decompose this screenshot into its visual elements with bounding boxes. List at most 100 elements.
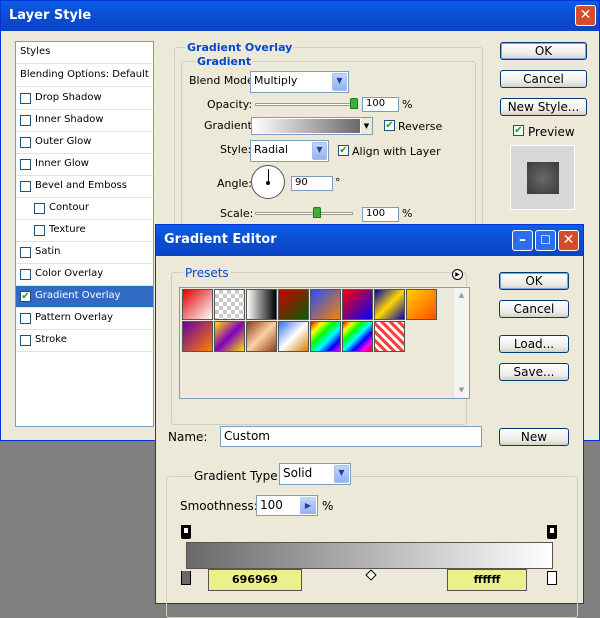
effect-checkbox[interactable] [20, 93, 31, 104]
cancel-button[interactable]: Cancel [499, 300, 569, 318]
chevron-down-icon: ▼ [312, 142, 327, 160]
save-button[interactable]: Save... [499, 363, 569, 381]
effect-label: Drop Shadow [35, 92, 102, 103]
smoothness-arrow-icon[interactable]: ▶ [300, 497, 316, 514]
effect-item-bevel-and-emboss[interactable]: Bevel and Emboss [16, 176, 153, 198]
presets-label: Presets [183, 266, 231, 280]
effect-item-pattern-overlay[interactable]: Pattern Overlay [16, 308, 153, 330]
effect-checkbox[interactable] [20, 159, 31, 170]
preset-swatch[interactable] [214, 321, 245, 352]
preset-swatch[interactable] [278, 321, 309, 352]
chevron-down-icon: ▼ [332, 73, 347, 91]
close-icon[interactable]: ✕ [575, 5, 596, 26]
smoothness-label: Smoothness: [180, 499, 258, 513]
ok-button[interactable]: OK [499, 272, 569, 290]
scale-slider[interactable] [255, 212, 353, 215]
effect-item-outer-glow[interactable]: Outer Glow [16, 132, 153, 154]
preset-swatch[interactable] [246, 289, 277, 320]
opacity-slider[interactable] [255, 103, 357, 106]
effect-item-contour[interactable]: Contour [16, 198, 153, 220]
effect-label: Inner Glow [35, 158, 89, 169]
effect-item-inner-glow[interactable]: Inner Glow [16, 154, 153, 176]
gradient-picker[interactable]: ▼ [251, 117, 373, 135]
angle-dial-center [266, 181, 270, 185]
angle-input[interactable]: 90 [291, 176, 333, 191]
effect-checkbox[interactable] [20, 137, 31, 148]
blend-mode-label: Blend Mode: [189, 74, 258, 87]
preset-swatch[interactable] [406, 289, 437, 320]
preset-swatch[interactable] [246, 321, 277, 352]
preset-swatch[interactable] [342, 289, 373, 320]
preset-swatch[interactable] [310, 289, 341, 320]
effect-checkbox[interactable] [34, 225, 45, 236]
effect-item-drop-shadow[interactable]: Drop Shadow [16, 88, 153, 110]
styles-header[interactable]: Styles [16, 42, 153, 64]
effect-checkbox[interactable]: ✔ [20, 291, 31, 302]
opacity-input[interactable]: 100 [362, 97, 399, 112]
layer-style-titlebar[interactable]: Layer Style [1, 1, 599, 31]
window-title: Layer Style [9, 8, 92, 23]
effect-item-stroke[interactable]: Stroke [16, 330, 153, 352]
section-title: Gradient Overlay [185, 41, 295, 54]
name-input[interactable]: Custom [220, 426, 482, 447]
preset-swatch[interactable] [182, 289, 213, 320]
angle-dial[interactable] [251, 165, 285, 199]
preset-swatch[interactable] [182, 321, 213, 352]
smoothness-input[interactable]: 100 ▶ [256, 495, 318, 516]
style-select[interactable]: Radial ▼ [250, 140, 329, 162]
align-with-layer-checkbox[interactable]: ✔ [338, 145, 349, 156]
presets-menu-icon[interactable]: ▶ [452, 269, 463, 280]
preset-swatch[interactable] [310, 321, 341, 352]
preset-swatch[interactable] [374, 289, 405, 320]
scroll-down-icon[interactable]: ▼ [454, 383, 469, 398]
scale-input[interactable]: 100 [362, 207, 399, 222]
effect-checkbox[interactable] [20, 247, 31, 258]
load-button[interactable]: Load... [499, 335, 569, 353]
angle-label: Angle: [217, 177, 253, 190]
effect-item-color-overlay[interactable]: Color Overlay [16, 264, 153, 286]
effect-item-satin[interactable]: Satin [16, 242, 153, 264]
preset-swatch[interactable] [214, 289, 245, 320]
opacity-slider-thumb[interactable] [350, 98, 358, 109]
preview-checkbox[interactable]: ✔ [513, 125, 524, 136]
blending-options-item[interactable]: Blending Options: Default [16, 65, 153, 87]
color-stop-left[interactable] [181, 571, 191, 585]
gradient-type-select[interactable]: Solid ▼ [279, 463, 351, 485]
angle-unit: ° [335, 176, 341, 189]
effect-label: Outer Glow [35, 136, 92, 147]
minimize-icon[interactable]: – [512, 230, 533, 251]
new-style-button[interactable]: New Style... [500, 98, 587, 116]
effect-label: Inner Shadow [35, 114, 104, 125]
reverse-checkbox[interactable]: ✔ [384, 120, 395, 131]
effect-checkbox[interactable] [20, 269, 31, 280]
effect-label: Pattern Overlay [35, 312, 114, 323]
effect-checkbox[interactable] [20, 181, 31, 192]
gradient-bar[interactable] [186, 542, 553, 569]
preset-swatch[interactable] [342, 321, 373, 352]
preset-swatch[interactable] [374, 321, 405, 352]
effect-item-gradient-overlay[interactable]: ✔ Gradient Overlay [16, 286, 153, 308]
blend-mode-select[interactable]: Multiply ▼ [250, 71, 349, 93]
effect-checkbox[interactable] [34, 203, 45, 214]
close-icon[interactable]: ✕ [558, 230, 579, 251]
effect-checkbox[interactable] [20, 313, 31, 324]
presets-scrollbar[interactable]: ▲ ▼ [453, 288, 469, 398]
scale-slider-thumb[interactable] [313, 207, 321, 218]
effect-item-inner-shadow[interactable]: Inner Shadow [16, 110, 153, 132]
opacity-stop-left[interactable] [181, 525, 191, 539]
styles-list: Styles Blending Options: Default Drop Sh… [15, 41, 154, 427]
cancel-button[interactable]: Cancel [500, 70, 587, 88]
effect-item-texture[interactable]: Texture [16, 220, 153, 242]
color-stop-right-label: ffffff [447, 569, 527, 591]
maximize-icon[interactable]: ☐ [535, 230, 556, 251]
color-stop-right[interactable] [547, 571, 557, 585]
new-button[interactable]: New [499, 428, 569, 446]
gradient-preview [253, 119, 360, 133]
preset-swatch[interactable] [278, 289, 309, 320]
scroll-up-icon[interactable]: ▲ [454, 288, 469, 303]
effect-checkbox[interactable] [20, 335, 31, 346]
effect-checkbox[interactable] [20, 115, 31, 126]
ok-button[interactable]: OK [500, 42, 587, 60]
effect-label: Texture [49, 224, 86, 235]
opacity-stop-right[interactable] [547, 525, 557, 539]
